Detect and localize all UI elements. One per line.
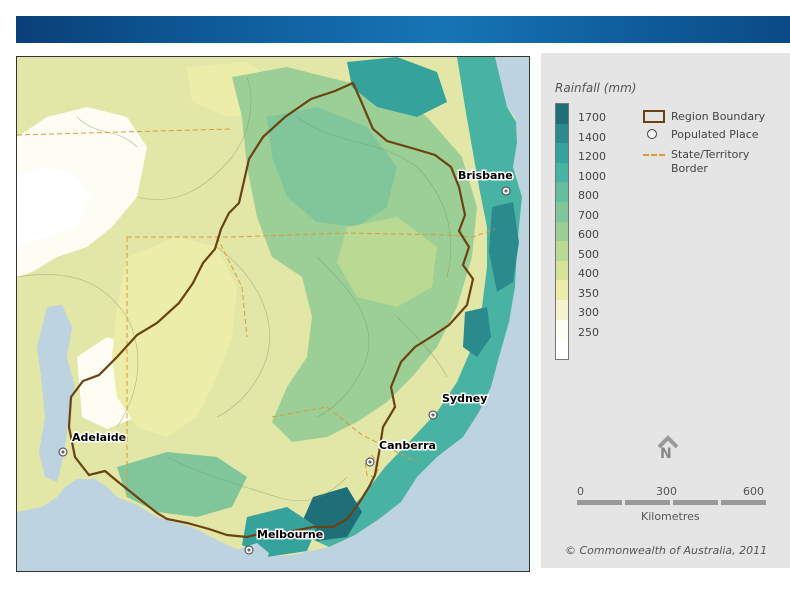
place-label-adelaide: Adelaide [72,431,126,444]
state-border-key-label-line2: Border [671,162,708,175]
scale-label: 700 [578,208,599,222]
scale-swatch [556,260,568,281]
place-marker-melbourne[interactable] [244,545,254,555]
scale-label: 1400 [578,130,606,144]
populated-place-swatch [647,129,657,139]
scale-swatch [556,123,568,144]
place-marker-sydney[interactable] [428,410,438,420]
scalebar-segment [625,500,670,505]
scale-label: 350 [578,286,599,300]
place-label-sydney: Sydney [442,392,487,405]
scalebar-units: Kilometres [641,510,700,523]
scale-swatch [556,319,568,340]
scalebar-segment [721,500,766,505]
rainfall-map[interactable]: Brisbane Sydney Canberra Adelaide Melbou… [16,56,530,572]
scale-label: 800 [578,189,599,202]
place-label-brisbane: Brisbane [458,169,513,182]
legend-title: Rainfall (mm) [555,81,637,95]
header-banner [16,16,790,43]
scalebar-tick-600: 600 [743,485,764,498]
scale-label: 1200 [578,150,606,163]
region-boundary-swatch [643,110,665,123]
scale-label: 600 [578,228,599,241]
scale-swatch [556,104,568,124]
scale-label: 1700 [578,111,606,124]
scale-label: 500 [578,247,599,261]
scale-label: 400 [578,267,599,280]
north-label: N [660,446,672,462]
scale-swatch [556,143,568,163]
scalebar-tick-0: 0 [577,485,584,498]
scale-swatch [556,299,568,320]
scale-swatch [556,339,568,359]
scale-swatch [556,241,568,261]
place-label-canberra: Canberra [379,439,436,452]
map-canvas: Brisbane Sydney Canberra Adelaide Melbou… [17,57,529,571]
scale-label: 250 [578,325,599,339]
legend-panel: Rainfall (mm) 1700 1400 1200 1000 800 700 600 5… [541,53,790,568]
place-marker-brisbane[interactable] [501,186,511,196]
place-marker-adelaide[interactable] [58,447,68,457]
scale-label: 1000 [578,169,606,183]
state-border-swatch [643,154,665,156]
scale-label: 300 [578,306,599,319]
populated-place-key-label: Populated Place [671,128,759,141]
scalebar-tick-300: 300 [656,485,677,498]
state-border-key-label-line1: State/Territory [671,148,750,161]
scalebar-segment [577,500,622,505]
scalebar-segment [673,500,718,505]
scale-swatch [556,280,568,300]
scale-swatch [556,182,568,202]
region-boundary-key-label: Region Boundary [671,110,766,123]
scale-swatch [556,162,568,183]
place-label-melbourne: Melbourne [257,528,323,541]
rainfall-color-scale [555,103,569,360]
copyright-notice: © Commonwealth of Australia, 2011 [565,544,768,557]
scale-swatch [556,221,568,242]
place-marker-canberra[interactable] [365,457,375,467]
scale-swatch [556,201,568,222]
